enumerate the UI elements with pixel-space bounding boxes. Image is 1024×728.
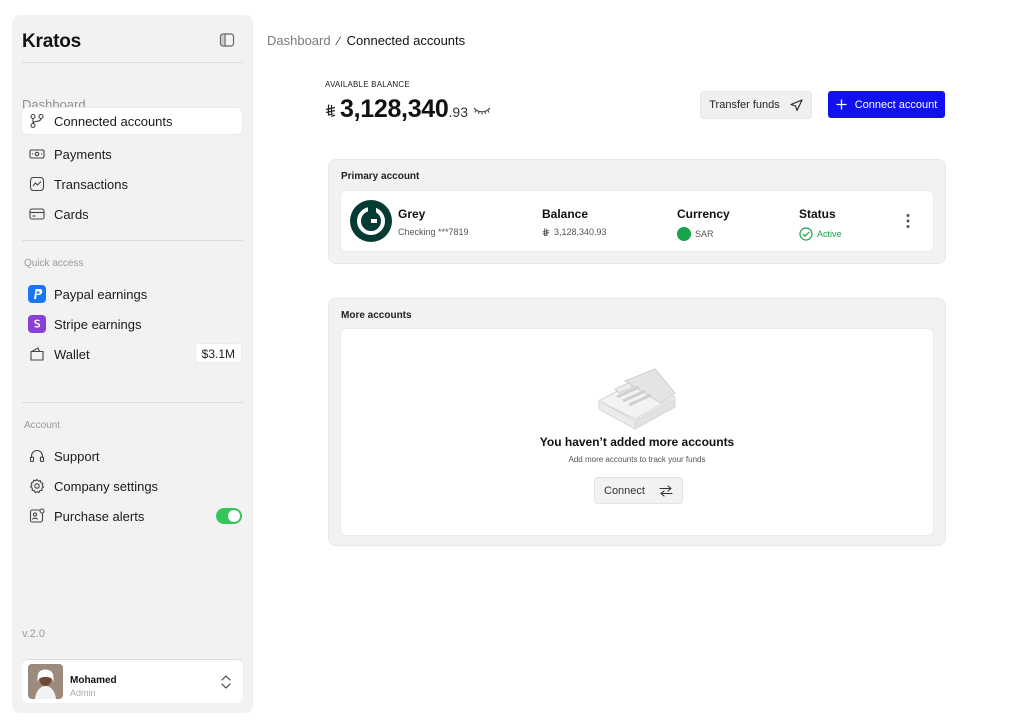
plus-icon: [836, 99, 847, 110]
connected-accounts-icon: [28, 112, 46, 130]
sidebar-item-wallet[interactable]: Wallet $3.1M: [22, 340, 242, 368]
empty-state-subtitle: Add more accounts to track your funds: [568, 455, 706, 464]
more-options-icon[interactable]: [905, 213, 911, 229]
breadcrumb: Dashboard ⁄ Connected accounts: [267, 33, 465, 48]
balance-whole: 3,128,340: [340, 95, 449, 123]
sidebar-item-cards[interactable]: Cards: [22, 200, 242, 228]
currency-code: SAR: [695, 229, 714, 239]
breadcrumb-current: Connected accounts: [346, 33, 466, 48]
account-name-column: Grey Checking ***7819: [398, 207, 469, 237]
user-role: Admin: [70, 688, 96, 698]
empty-accounts-illustration: [595, 367, 679, 433]
brand-logo: Kratos: [22, 31, 81, 52]
riyal-icon: [542, 227, 550, 237]
swap-arrows-icon: [659, 484, 673, 497]
balance-label: AVAILABLE BALANCE: [325, 80, 410, 89]
sidebar-item-label: Paypal earnings: [54, 286, 148, 302]
toggle-knob: [228, 510, 240, 522]
wallet-icon: [28, 345, 46, 363]
paypal-icon: [28, 285, 46, 303]
available-balance: 3,128,340 .93: [325, 95, 491, 124]
balance-value: 3,128,340.93: [542, 227, 607, 237]
breadcrumb-dashboard[interactable]: Dashboard: [267, 33, 331, 48]
sidebar-header: Kratos: [22, 31, 243, 63]
user-name: Mohamed: [70, 675, 117, 686]
divider: [22, 240, 243, 241]
user-menu[interactable]: Mohamed Admin: [22, 659, 243, 703]
sidebar-item-purchase-alerts[interactable]: Purchase alerts: [22, 502, 242, 530]
balance-heading: Balance: [542, 207, 589, 221]
grey-logo-icon: [350, 200, 392, 242]
panel-title: Primary account: [341, 171, 420, 182]
account-number: Checking ***7819: [398, 227, 469, 237]
account-name: Grey: [398, 207, 426, 221]
sidebar-item-label: Cards: [54, 206, 89, 222]
sidebar-item-label: Support: [54, 448, 100, 464]
sidebar-toggle-icon[interactable]: [219, 32, 235, 48]
status-column: Status Active: [799, 207, 842, 241]
connect-label: Connect: [604, 484, 645, 497]
sidebar-item-stripe-earnings[interactable]: Stripe earnings: [22, 310, 242, 338]
divider: [22, 402, 243, 403]
currency-value: SAR: [677, 227, 730, 241]
empty-state-title: You haven’t added more accounts: [539, 435, 735, 449]
sidebar-item-label: Payments: [54, 146, 112, 162]
sidebar-item-payments[interactable]: Payments: [22, 140, 242, 168]
avatar: [28, 664, 63, 699]
status-heading: Status: [799, 207, 836, 221]
transfer-funds-label: Transfer funds: [709, 99, 780, 111]
chevron-up-down-icon[interactable]: [219, 674, 233, 690]
status-text: Active: [817, 229, 842, 239]
more-accounts-panel: More accounts You haven’t added more acc…: [328, 298, 946, 546]
connect-account-label: Connect account: [854, 98, 938, 111]
sidebar-item-label: Stripe earnings: [54, 316, 142, 332]
primary-account-card[interactable]: Grey Checking ***7819 Balance 3,128,340.…: [340, 190, 934, 252]
send-icon: [790, 98, 803, 112]
purchase-alerts-toggle[interactable]: [216, 508, 242, 524]
saudi-flag-icon: [677, 227, 691, 241]
balance-column: Balance 3,128,340.93: [542, 207, 607, 237]
primary-account-panel: Primary account Grey Checking ***7819 Ba…: [328, 159, 946, 264]
sidebar-item-transactions[interactable]: Transactions: [22, 170, 242, 198]
sidebar: Kratos Dashboard Connected accounts Paym…: [12, 15, 253, 713]
breadcrumb-separator: ⁄: [337, 33, 340, 48]
cards-icon: [28, 205, 46, 223]
check-circle-icon: [799, 227, 813, 241]
riyal-icon: [325, 104, 336, 117]
transfer-funds-button[interactable]: Transfer funds: [700, 91, 812, 119]
section-quick-access: Quick access: [24, 258, 84, 269]
status-badge: Active: [799, 227, 842, 241]
connect-button[interactable]: Connect: [594, 477, 683, 504]
alerts-icon: [28, 507, 46, 525]
sidebar-item-company-settings[interactable]: Company settings: [22, 472, 242, 500]
sidebar-item-label: Connected accounts: [54, 113, 173, 129]
sidebar-item-support[interactable]: Support: [22, 442, 242, 470]
headset-icon: [28, 447, 46, 465]
sidebar-item-label: Company settings: [54, 478, 159, 494]
currency-heading: Currency: [677, 207, 730, 221]
eye-closed-icon[interactable]: [473, 104, 491, 116]
sidebar-item-label: Transactions: [54, 176, 128, 192]
sidebar-item-label: Purchase alerts: [54, 508, 145, 524]
balance-decimal: .93: [448, 104, 468, 120]
sidebar-item-paypal-earnings[interactable]: Paypal earnings: [22, 280, 242, 308]
currency-column: Currency SAR: [677, 207, 730, 241]
payments-icon: [28, 145, 46, 163]
stripe-icon: [28, 315, 46, 333]
connect-account-button[interactable]: Connect account: [828, 91, 945, 118]
balance-amount: 3,128,340.93: [554, 227, 607, 237]
app-version: v.2.0: [22, 628, 46, 640]
section-account: Account: [24, 420, 61, 431]
sidebar-item-connected-accounts[interactable]: Connected accounts: [22, 108, 242, 134]
gear-icon: [28, 477, 46, 495]
panel-title: More accounts: [341, 310, 412, 321]
empty-state: You haven’t added more accounts Add more…: [340, 328, 934, 536]
wallet-balance-badge: $3.1M: [194, 343, 242, 363]
sidebar-item-label: Wallet: [54, 346, 90, 362]
transactions-icon: [28, 175, 46, 193]
